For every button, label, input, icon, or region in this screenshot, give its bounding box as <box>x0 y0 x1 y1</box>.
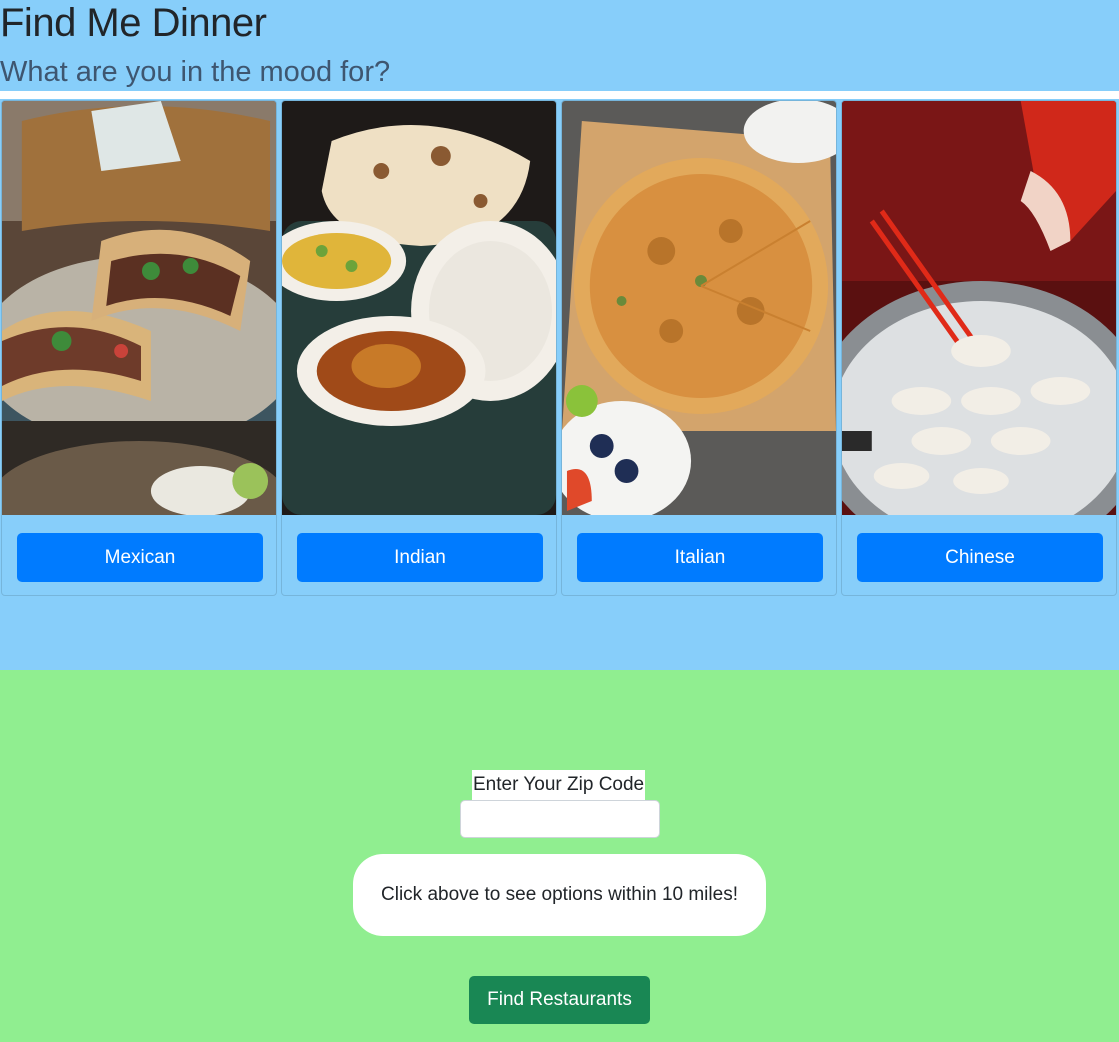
cuisine-card-chinese: Chinese <box>841 100 1117 596</box>
cuisine-card-mexican: Mexican <box>1 100 277 596</box>
header-divider <box>0 91 1119 99</box>
zip-code-input[interactable] <box>460 800 660 838</box>
naan-curry-photo <box>282 101 556 515</box>
page-subtitle: What are you in the mood for? <box>0 56 391 88</box>
results-info-bubble: Click above to see options within 10 mil… <box>353 854 766 936</box>
chinese-button[interactable]: Chinese <box>857 533 1103 582</box>
cuisine-card-italian: Italian <box>561 100 837 596</box>
indian-button[interactable]: Indian <box>297 533 543 582</box>
cuisine-card-indian: Indian <box>281 100 557 596</box>
zip-code-label: Enter Your Zip Code <box>472 770 646 800</box>
dumplings-photo <box>842 101 1116 515</box>
page-title: Find Me Dinner <box>0 1 267 45</box>
mexican-button[interactable]: Mexican <box>17 533 263 582</box>
find-restaurants-button[interactable]: Find Restaurants <box>469 976 650 1024</box>
cuisine-card-row: Mexican Indian Italian Chinese <box>0 99 1119 670</box>
tacos-photo <box>2 101 276 515</box>
page-header: Find Me Dinner What are you in the mood … <box>0 0 1119 91</box>
italian-button[interactable]: Italian <box>577 533 823 582</box>
pizza-photo <box>562 101 836 515</box>
